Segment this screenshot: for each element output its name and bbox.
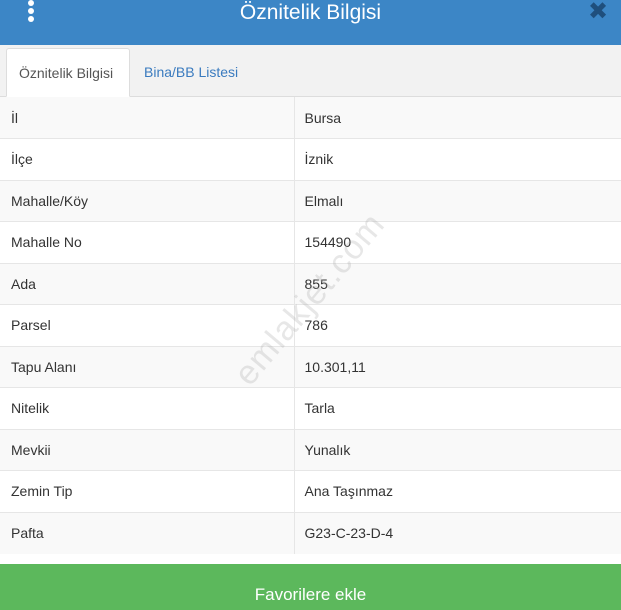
tab-bina-bb-listesi[interactable]: Bina/BB Listesi xyxy=(132,48,260,97)
tab-bar: Öznitelik Bilgisi Bina/BB Listesi xyxy=(0,45,621,97)
dialog-header: Öznitelik Bilgisi ✖ xyxy=(0,0,621,45)
attribute-value: 10.301,11 xyxy=(294,345,621,388)
attribute-key: Nitelik xyxy=(0,387,295,429)
attribute-key: Mevkii xyxy=(0,428,295,471)
attribute-value: 855 xyxy=(294,262,621,305)
attribute-value: Tarla xyxy=(294,387,621,429)
tab-oznitelik-bilgisi[interactable]: Öznitelik Bilgisi xyxy=(6,48,130,97)
table-row: İlçe İznik xyxy=(0,138,621,180)
table-row: Mahalle No 154490 xyxy=(0,221,621,263)
attribute-value: Bursa xyxy=(294,97,621,139)
table-row: Ada 855 xyxy=(0,262,621,305)
attribute-table: İl Bursa İlçe İznik Mahalle/Köy Elmalı Maha… xyxy=(0,97,621,554)
table-row: Zemin Tip Ana Taşınmaz xyxy=(0,470,621,512)
dialog-title: Öznitelik Bilgisi xyxy=(239,1,382,24)
attribute-key: Zemin Tip xyxy=(0,470,295,512)
attribute-value: Ana Taşınmaz xyxy=(294,470,621,512)
add-to-favorites-button[interactable]: Favorilere ekle xyxy=(0,564,621,610)
attribute-key: Ada xyxy=(0,262,295,305)
table-row: Parsel 786 xyxy=(0,304,621,346)
table-row: Nitelik Tarla xyxy=(0,387,621,429)
attribute-key: Mahalle No xyxy=(0,221,295,263)
table-row: Mahalle/Köy Elmalı xyxy=(0,179,621,222)
attribute-value: Elmalı xyxy=(294,179,621,222)
table-row: Tapu Alanı 10.301,11 xyxy=(0,345,621,388)
attribute-value: 154490 xyxy=(294,221,621,263)
close-icon[interactable]: ✖ xyxy=(587,0,609,24)
attribute-key: İlçe xyxy=(0,138,295,180)
attribute-key: İl xyxy=(0,97,295,139)
attribute-key: Mahalle/Köy xyxy=(0,179,295,222)
attribute-key: Pafta xyxy=(0,511,295,554)
attribute-value: İznik xyxy=(294,138,621,180)
table-row: Pafta G23-C-23-D-4 xyxy=(0,511,621,554)
attribute-value: Yunalık xyxy=(294,428,621,471)
attribute-key: Parsel xyxy=(0,304,295,346)
attribute-key: Tapu Alanı xyxy=(0,345,295,388)
attribute-value: 786 xyxy=(294,304,621,346)
table-row: Mevkii Yunalık xyxy=(0,428,621,471)
table-row: İl Bursa xyxy=(0,97,621,139)
attribute-value: G23-C-23-D-4 xyxy=(294,511,621,554)
